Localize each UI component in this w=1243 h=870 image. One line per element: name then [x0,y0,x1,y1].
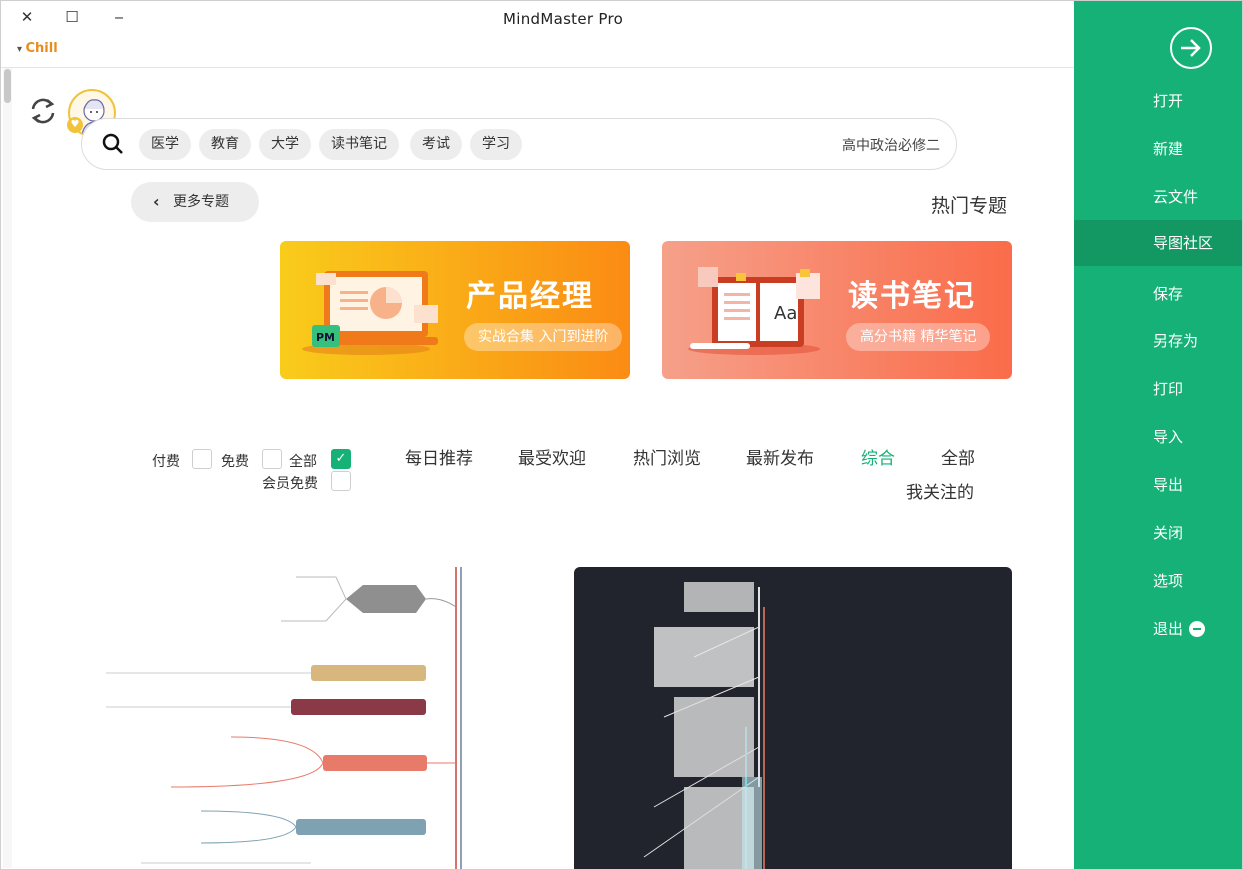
mindmap-thumbnail-dark [643,582,765,869]
mindmap-preview-card[interactable] [574,567,1012,869]
checkbox-paid-label: 付费 [152,454,180,470]
scrollbar-thumb[interactable] [4,69,11,103]
search-tag[interactable]: 大学 [259,129,311,160]
header-divider [1,67,1076,68]
tab-following[interactable]: 我关注的 [906,478,974,503]
search-bar[interactable]: 高中政治必修二 学习 考试 读书笔记 大学 教育 医学 [81,118,957,170]
tab-daily-recommend[interactable]: 每日推荐 [405,444,473,469]
close-icon[interactable]: ✕ [17,7,37,27]
sidebar-item-close[interactable]: 关闭 [1074,510,1242,556]
svg-text:Aa: Aa [774,303,797,324]
search-tag[interactable]: 教育 [199,129,251,160]
open-book-icon: Aa [688,267,820,355]
checkbox-free-label: 免费 [221,454,249,470]
banner-title: 读书笔记 [848,279,976,314]
sidebar-item-open[interactable]: 打开 [1074,78,1242,124]
minimize-icon[interactable]: ‒ [109,7,129,27]
mindmap-preview-card[interactable] [101,567,531,869]
checkbox-all[interactable]: ✓ [331,449,351,469]
maximize-icon[interactable]: ☐ [62,7,82,27]
sidebar-item-save-as[interactable]: 另存为 [1074,318,1242,364]
more-topics-button[interactable]: ‹ 更多专题 [131,182,259,222]
sync-icon[interactable] [27,95,59,131]
sidebar-item-new[interactable]: 新建 [1074,126,1242,172]
search-tag[interactable]: 考试 [410,129,462,160]
sidebar-item-print[interactable]: 打印 [1074,366,1242,412]
sidebar-item-community[interactable]: 导图社区 [1074,220,1242,266]
sidebar-item-cloud-files[interactable]: 云文件 [1074,174,1242,220]
chevron-left-icon: ‹ [153,192,160,211]
sidebar-item-export[interactable]: 导出 [1074,462,1242,508]
banner-title: 产品经理 [466,279,594,314]
sidebar-item-exit-label: 退出 [1153,620,1184,638]
search-icon[interactable] [102,133,124,159]
search-tag[interactable]: 医学 [139,129,191,160]
window-title: MindMaster Pro [503,10,624,28]
exit-icon [1189,621,1206,637]
banner-subtitle: 高分书籍 精华笔记 [846,323,991,351]
tab-overall[interactable]: 综合 [861,444,895,469]
back-arrow-icon[interactable] [1170,27,1212,69]
sidebar-item-save[interactable]: 保存 [1074,271,1242,317]
title-bar: ✕ ☐ ‒ MindMaster Pro Chill [1,1,1076,56]
checkbox-member-free[interactable] [331,471,351,491]
sidebar-item-exit[interactable]: 退出 [1074,606,1242,652]
search-tag[interactable]: 读书笔记 [319,129,399,160]
checkbox-member-free-label: 会员免费 [262,476,318,492]
banner-reading-notes[interactable]: Aa 读书笔记 高分书籍 精华笔记 [662,241,1012,379]
app-window: ✕ ☐ ‒ MindMaster Pro Chill ♥ 高中政治必修二 [0,0,1243,870]
banner-subtitle: 实战合集 入门到进阶 [464,323,623,351]
checkbox-all-label: 全部 [289,454,317,470]
checkbox-free[interactable] [262,449,282,469]
user-menu[interactable]: Chill [17,41,58,56]
sidebar-item-import[interactable]: 导入 [1074,414,1242,460]
vip-badge-icon: ♥ [67,117,83,133]
more-topics-label: 更多专题 [173,194,229,210]
tab-hot-views[interactable]: 热门浏览 [633,444,701,469]
banner-product-manager[interactable]: PM 产品经理 实战合集 入门到进阶 [280,241,630,379]
laptop-chart-icon: PM [302,271,438,355]
tab-latest[interactable]: 最新发布 [746,444,814,469]
section-title: 热门专题 [931,195,1008,217]
svg-text:PM: PM [316,331,335,344]
checkbox-paid[interactable] [192,449,212,469]
vertical-scrollbar[interactable] [3,68,12,868]
sidebar-item-options[interactable]: 选项 [1074,558,1242,604]
mindmap-thumbnail [106,567,462,869]
search-input[interactable]: 高中政治必修二 [842,135,940,155]
sidebar: 打开 新建 云文件 导图社区 保存 另存为 打印 导入 导出 关闭 选项 退出 [1074,1,1242,869]
search-tag[interactable]: 学习 [470,129,522,160]
tab-most-popular[interactable]: 最受欢迎 [518,444,586,469]
tab-all[interactable]: 全部 [941,444,975,469]
